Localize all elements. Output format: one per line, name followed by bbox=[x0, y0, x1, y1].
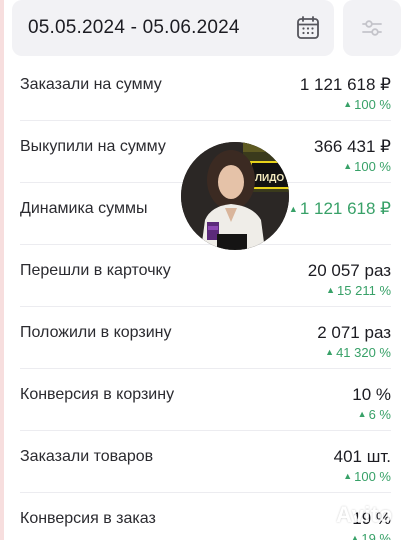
watermark-text: Avito bbox=[336, 502, 393, 527]
metric-value: 1 121 618 ₽ bbox=[299, 75, 391, 94]
divider bbox=[20, 492, 391, 493]
metric-label: Выкупили на сумму bbox=[20, 138, 166, 155]
divider bbox=[20, 430, 391, 431]
metric-value: 2 071 раз bbox=[317, 323, 391, 342]
metric-label: Динамика суммы bbox=[20, 200, 148, 217]
up-triangle-icon: ▲ bbox=[325, 347, 335, 357]
metric-value: 401 шт. bbox=[333, 447, 391, 466]
metric-label: Перешли в карточку bbox=[20, 262, 171, 279]
up-triangle-icon: ▲ bbox=[343, 471, 353, 481]
metric-label: Заказали на сумму bbox=[20, 76, 162, 93]
divider bbox=[20, 120, 391, 121]
metric-value: 20 057 раз bbox=[307, 261, 391, 280]
up-triangle-icon: ▲ bbox=[326, 285, 336, 295]
left-edge-strip bbox=[0, 0, 4, 540]
metric-delta: ▲ 100 % bbox=[343, 97, 391, 112]
up-triangle-icon: ▲ bbox=[357, 409, 367, 419]
metric-label: Конверсия в заказ bbox=[20, 510, 156, 527]
sliders-icon bbox=[362, 20, 382, 36]
metric-card-visits: Перешли в карточку 20 057 раз ▲ 15 211 % bbox=[20, 258, 391, 298]
metric-value: 366 431 ₽ bbox=[314, 137, 391, 156]
metric-delta: ▲ 6 % bbox=[357, 407, 391, 422]
up-triangle-icon: ▲ bbox=[343, 161, 353, 171]
header: 05.05.2024 - 05.06.2024 bbox=[12, 0, 401, 56]
up-triangle-icon: ▲ bbox=[288, 204, 298, 214]
watermark: Avito bbox=[298, 500, 396, 530]
metric-delta: ▲ 100 % bbox=[343, 469, 391, 484]
avatar: ЛИДО bbox=[181, 142, 289, 250]
divider bbox=[20, 244, 391, 245]
date-range-picker[interactable]: 05.05.2024 - 05.06.2024 bbox=[12, 0, 334, 56]
metric-delta: ▲ 100 % bbox=[343, 159, 391, 174]
metric-label: Заказали товаров bbox=[20, 448, 154, 465]
metric-value: ▲ 1 121 618 ₽ bbox=[288, 199, 391, 218]
metric-ordered-sum: Заказали на сумму 1 121 618 ₽ ▲ 100 % bbox=[20, 72, 391, 112]
metric-cart-conversion: Конверсия в корзину 10 % ▲ 6 % bbox=[20, 382, 391, 422]
filter-button[interactable] bbox=[343, 0, 401, 56]
avatar-sign-text: ЛИДО bbox=[255, 173, 284, 184]
up-triangle-icon: ▲ bbox=[343, 99, 353, 109]
metric-delta: ▲ 41 320 % bbox=[325, 345, 391, 360]
metric-added-to-cart: Положили в корзину 2 071 раз ▲ 41 320 % bbox=[20, 320, 391, 360]
metric-delta: ▲ 15 211 % bbox=[326, 283, 391, 298]
up-triangle-icon: ▲ bbox=[350, 533, 360, 540]
metric-label: Конверсия в корзину bbox=[20, 386, 175, 403]
avito-logo-icon bbox=[299, 502, 332, 528]
metric-label: Положили в корзину bbox=[20, 324, 172, 341]
metric-value: 10 % bbox=[352, 385, 391, 404]
divider bbox=[20, 306, 391, 307]
calendar-icon[interactable] bbox=[294, 14, 322, 42]
screen: 05.05.2024 - 05.06.2024 Заказали на сумм… bbox=[0, 0, 405, 540]
metric-ordered-items: Заказали товаров 401 шт. ▲ 100 % bbox=[20, 444, 391, 484]
metric-delta: ▲ 19 % bbox=[350, 531, 391, 540]
date-range-text: 05.05.2024 - 05.06.2024 bbox=[28, 17, 240, 38]
divider bbox=[20, 368, 391, 369]
